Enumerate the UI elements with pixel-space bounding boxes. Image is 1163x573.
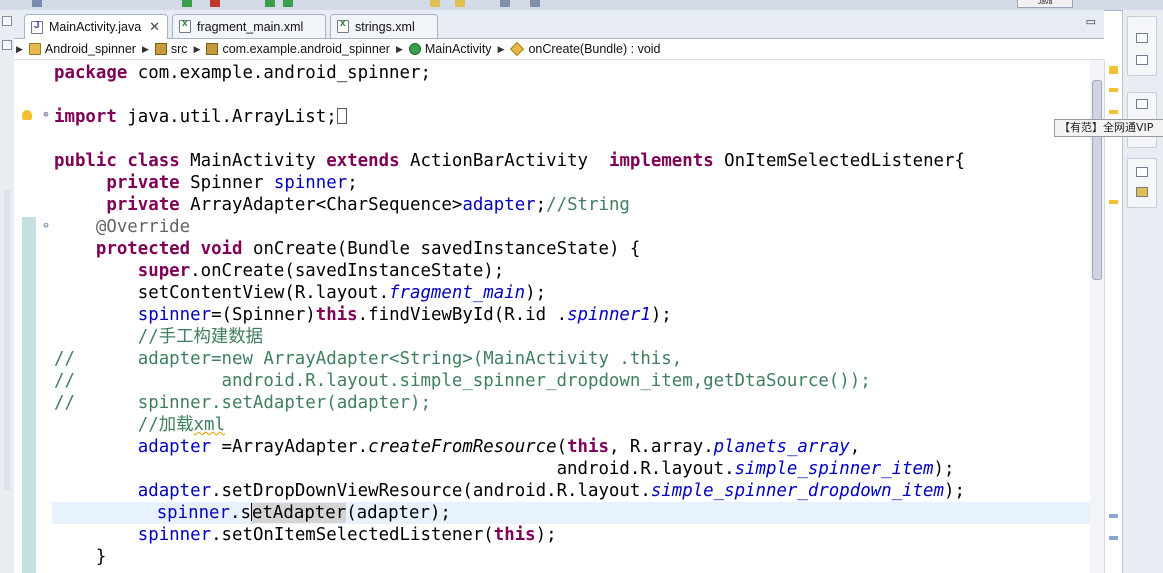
toolbar-icon[interactable]	[500, 0, 510, 7]
android-view-icon[interactable]	[1136, 187, 1148, 197]
code-line: //加载xml	[137, 415, 225, 435]
breadcrumb-label: com.example.android_spinner	[222, 42, 390, 56]
method-icon	[510, 41, 525, 57]
code-line: android.R.layout.simple_spinner_item);	[556, 459, 955, 479]
code-text[interactable]: package com.example.android_spinner; imp…	[52, 60, 1094, 573]
chevron-right-icon: ▶	[497, 43, 505, 54]
collapse-icon[interactable]: ⊖	[42, 222, 50, 231]
toolbar-icon[interactable]	[182, 0, 192, 7]
chevron-right-icon: ▶	[141, 43, 149, 54]
tab-label: MainActivity.java	[49, 20, 142, 34]
folded-region-icon[interactable]	[336, 108, 347, 124]
breadcrumb-class[interactable]: MainActivity	[405, 42, 496, 56]
code-line: //手工构建数据	[137, 327, 264, 347]
restore-icon[interactable]	[1136, 167, 1148, 177]
toolbar-icon[interactable]	[430, 0, 440, 7]
code-line: spinner=(Spinner)this.findViewById(R.id …	[137, 305, 672, 325]
chevron-right-icon: ▶	[16, 43, 23, 54]
minimize-icon[interactable]: ▭	[1086, 15, 1096, 28]
code-line: @Override	[95, 217, 191, 237]
restore-icon[interactable]	[2, 40, 12, 50]
code-line: }	[95, 547, 107, 567]
quick-diff-bar	[22, 217, 36, 573]
right-trim-bar	[1122, 10, 1163, 573]
warning-marker-icon[interactable]	[1109, 110, 1118, 114]
run-icon[interactable]	[265, 0, 275, 7]
breadcrumb-label: MainActivity	[424, 42, 492, 56]
expand-icon[interactable]: ⊕	[42, 111, 50, 120]
outline-view-icon[interactable]	[1136, 55, 1148, 65]
code-line: public class MainActivity extends Action…	[54, 151, 965, 171]
code-line: private Spinner spinner;	[106, 173, 358, 193]
code-line: private ArrayAdapter<CharSequence>adapte…	[106, 195, 630, 215]
vertical-ruler: ⊕ ⊖	[14, 60, 54, 573]
class-icon	[408, 43, 421, 55]
occurrence-marker-icon[interactable]	[1109, 536, 1118, 540]
tab-mainactivity-java[interactable]: MainActivity.java ✕	[24, 14, 168, 39]
tab-label: fragment_main.xml	[197, 19, 304, 34]
current-line: spinner.setAdapter(adapter);	[52, 502, 1092, 524]
code-line: protected void onCreate(Bundle savedInst…	[95, 239, 641, 259]
sash-grip[interactable]	[4, 190, 10, 490]
code-line: // spinner.setAdapter(adapter);	[54, 393, 431, 413]
warning-marker-icon[interactable]	[1109, 200, 1118, 204]
trim-stack	[1127, 16, 1157, 76]
project-icon	[28, 43, 41, 55]
chevron-right-icon: ▶	[395, 43, 403, 54]
breadcrumb-package[interactable]: com.example.android_spinner	[202, 42, 393, 56]
warning-icon[interactable]	[22, 110, 32, 120]
code-line: package com.example.android_spinner;	[54, 63, 431, 83]
xml-file-icon	[179, 18, 191, 33]
editor-tab-bar: MainActivity.java ✕ fragment_main.xml st…	[14, 10, 1104, 39]
toolbar-icon[interactable]	[455, 0, 465, 7]
toolbar-icon[interactable]	[530, 0, 540, 7]
tab-fragment-main-xml[interactable]: fragment_main.xml	[172, 14, 326, 38]
java-perspective-button[interactable]: Java	[1017, 0, 1073, 8]
code-line: // adapter=new ArrayAdapter<String>(Main…	[54, 349, 683, 369]
breadcrumb-label: Android_spinner	[44, 42, 136, 56]
toolbar-icon[interactable]	[32, 0, 42, 7]
restore-icon[interactable]	[2, 16, 12, 26]
package-icon	[206, 43, 219, 55]
close-icon[interactable]: ✕	[149, 20, 160, 35]
trim-stack	[1127, 158, 1157, 208]
tooltip: 【有范】全网通VIP	[1054, 119, 1163, 137]
left-trim-bar	[0, 10, 15, 573]
occurrence-marker-icon[interactable]	[1109, 514, 1118, 518]
tab-strings-xml[interactable]: strings.xml	[330, 14, 438, 38]
xml-file-icon	[337, 18, 349, 33]
breadcrumb: ▶ Android_spinner ▶ src ▶ com.example.an…	[14, 39, 1104, 60]
code-line: spinner.setOnItemSelectedListener(this);	[137, 525, 557, 545]
breadcrumb-label: onCreate(Bundle) : void	[528, 42, 661, 56]
folder-icon	[154, 43, 167, 55]
warning-marker-icon[interactable]	[1109, 66, 1118, 74]
debug-icon[interactable]	[283, 0, 293, 7]
code-line: adapter =ArrayAdapter.createFromResource…	[137, 437, 861, 457]
restore-icon[interactable]	[1136, 33, 1148, 43]
code-line: setContentView(R.layout.fragment_main);	[137, 283, 547, 303]
java-file-icon	[31, 20, 43, 34]
tab-label: strings.xml	[355, 19, 415, 34]
code-line: import java.util.ArrayList;	[54, 106, 347, 128]
scrollbar-thumb[interactable]	[1092, 80, 1102, 280]
code-line: // android.R.layout.simple_spinner_dropd…	[54, 371, 871, 391]
code-editor[interactable]: ⊕ ⊖ package com.example.android_spinner;…	[14, 60, 1104, 573]
breadcrumb-label: src	[170, 42, 188, 56]
chevron-right-icon: ▶	[193, 43, 201, 54]
code-line: super.onCreate(savedInstanceState);	[137, 261, 505, 281]
breadcrumb-src[interactable]: src	[151, 42, 192, 56]
warning-marker-icon[interactable]	[1109, 88, 1118, 92]
restore-icon[interactable]	[1136, 99, 1148, 109]
code-line: adapter.setDropDownViewResource(android.…	[137, 481, 965, 501]
toolbar-icon[interactable]	[210, 0, 220, 7]
breadcrumb-project[interactable]: Android_spinner	[25, 42, 140, 56]
breadcrumb-method[interactable]: onCreate(Bundle) : void	[506, 41, 664, 57]
